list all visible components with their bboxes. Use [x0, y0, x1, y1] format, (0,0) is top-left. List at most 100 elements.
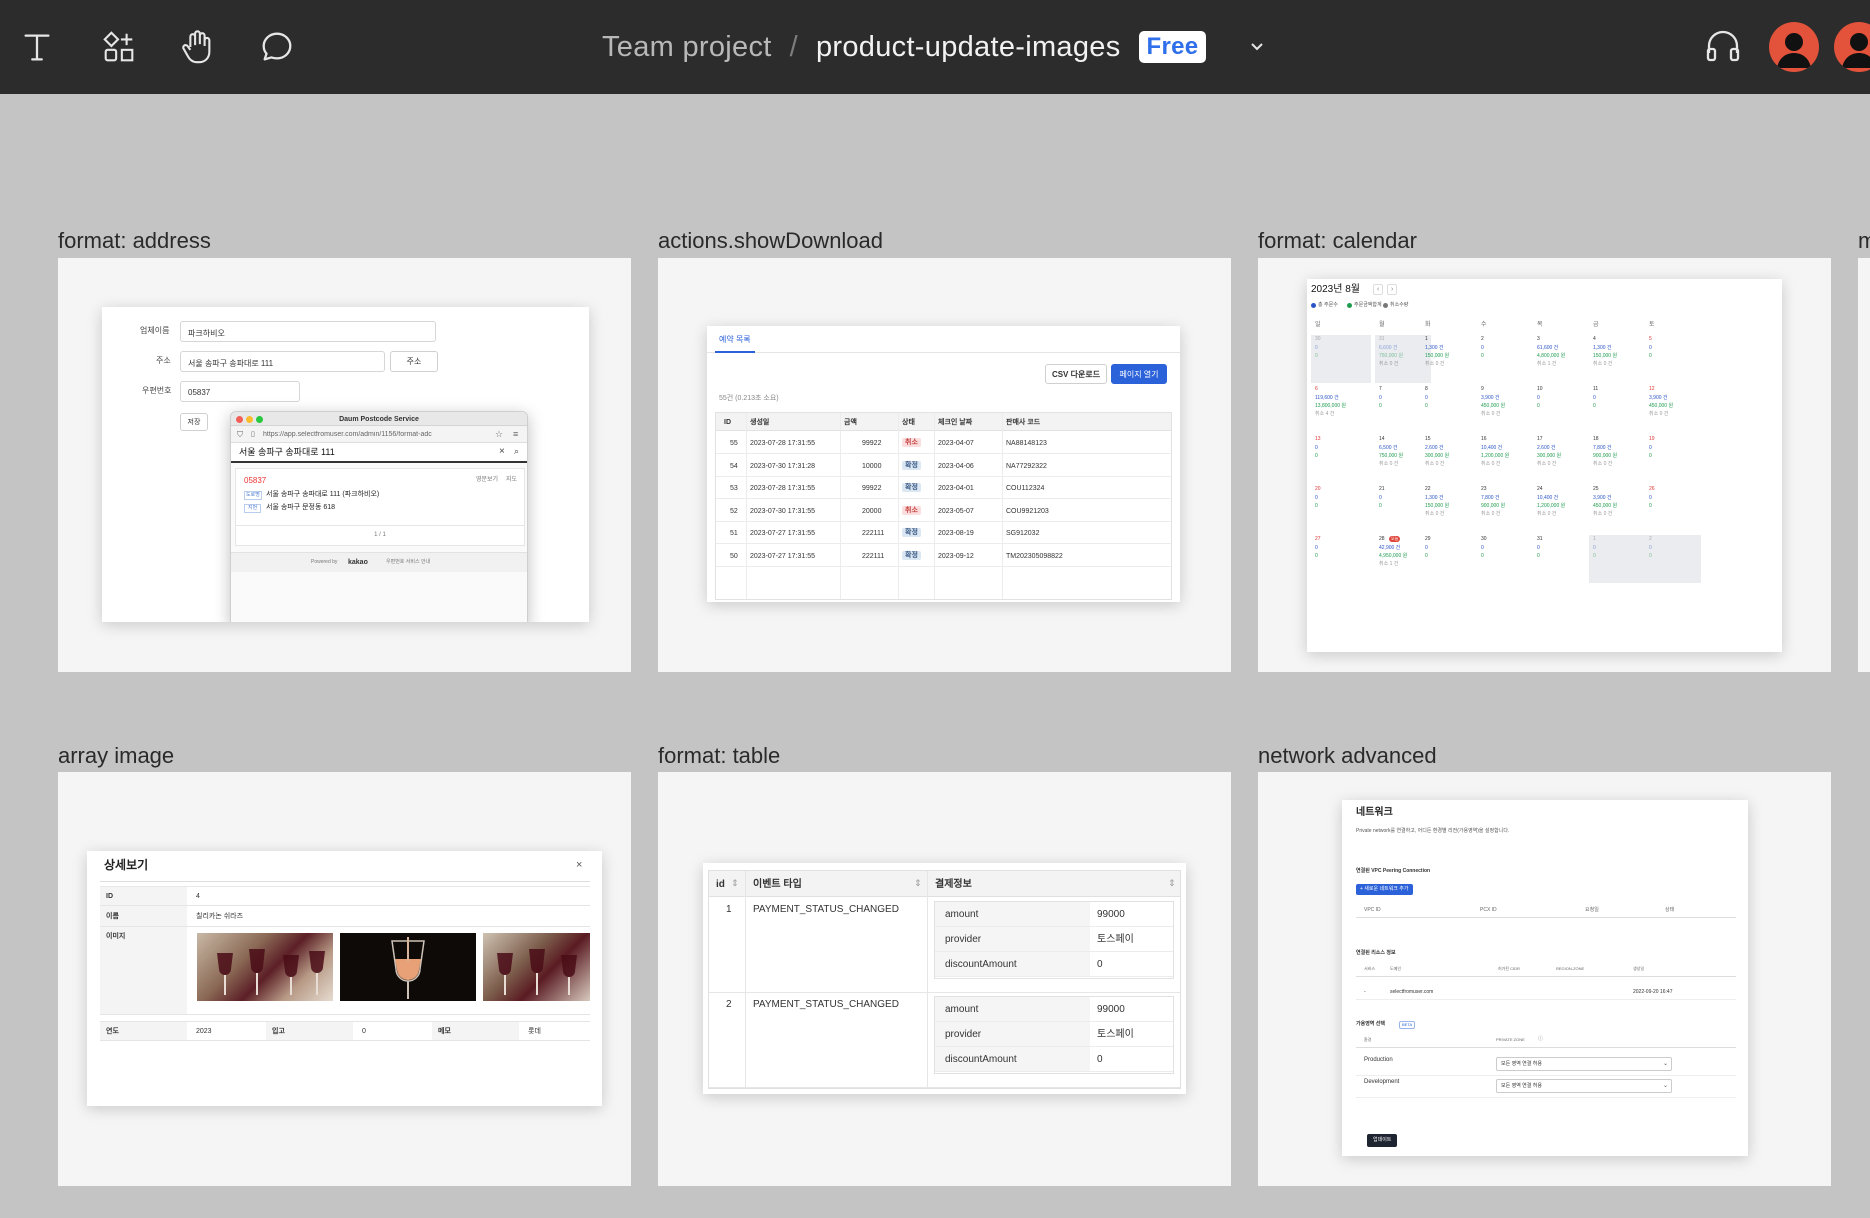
- close-icon[interactable]: ×: [576, 860, 582, 871]
- address-search-button[interactable]: 주소: [390, 351, 438, 372]
- frame-title-partial[interactable]: m: [1858, 228, 1870, 254]
- hand-tool-icon[interactable]: [172, 22, 222, 72]
- table-row[interactable]: 53 2023-07-28 17:31:55 99922 확정 2023-04-01 CO…: [716, 477, 1171, 499]
- frame-title-table[interactable]: format: table: [658, 743, 780, 769]
- search-icon[interactable]: ⌕: [514, 447, 519, 456]
- sort-icon[interactable]: ⇕: [914, 879, 922, 888]
- avatar[interactable]: [1834, 22, 1870, 72]
- table-header-cell[interactable]: 체크인 날짜: [938, 419, 972, 426]
- calendar-day[interactable]: 1 1,300 건 150,000 원 취소 0 건: [1421, 335, 1477, 383]
- table-row[interactable]: 55 2023-07-28 17:31:55 99922 취소 2023-04-07 NA…: [716, 432, 1171, 454]
- calendar-day[interactable]: 4 1,300 건 150,000 원 취소 0 건: [1589, 335, 1645, 383]
- components-tool-icon[interactable]: [94, 22, 144, 72]
- zone-select-production[interactable]: 모든 영역 연결 허용 ⌄: [1496, 1057, 1672, 1071]
- sort-icon[interactable]: ⇕: [731, 879, 739, 888]
- legend-item[interactable]: 주문금액합계: [1354, 303, 1382, 308]
- frame-address[interactable]: 업체이름 파크하비오 주소 서울 송파구 송파대로 111 주소 우편번호 05…: [58, 258, 631, 672]
- update-button[interactable]: 업데이트: [1367, 1134, 1398, 1147]
- calendar-day[interactable]: 20 0 0: [1311, 485, 1371, 533]
- frame-title-download[interactable]: actions.showDownload: [658, 228, 883, 254]
- table-header-cell[interactable]: ID: [724, 419, 731, 426]
- col-event-type[interactable]: 이벤트 타입: [753, 880, 802, 890]
- table-header-cell[interactable]: 생성일: [750, 419, 769, 426]
- calendar-day[interactable]: 8 0 0: [1421, 385, 1477, 433]
- postcode-search-box[interactable]: 서울 송파구 송파대로 111 × ⌕: [231, 443, 527, 463]
- sort-icon[interactable]: ⇕: [1168, 879, 1176, 888]
- calendar-day[interactable]: 25 3,900 건 450,000 원 취소 0 건: [1589, 485, 1645, 533]
- pagination-text[interactable]: 1 / 1: [236, 532, 524, 538]
- col-payment-info[interactable]: 결제정보: [935, 880, 972, 890]
- file-name[interactable]: product-update-images: [816, 31, 1121, 64]
- calendar-day[interactable]: 10 0 0: [1533, 385, 1589, 433]
- calendar-day[interactable]: 3 61,600 건 4,800,000 원 취소 1 건: [1533, 335, 1589, 383]
- calendar-day[interactable]: 13 0 0: [1311, 435, 1371, 483]
- table-row[interactable]: 50 2023-07-27 17:31:55 222111 확정 2023-09-12 T…: [716, 545, 1171, 567]
- star-icon[interactable]: ☆: [495, 430, 503, 439]
- legend-item[interactable]: 취소수량: [1390, 303, 1408, 308]
- info-icon[interactable]: ⓘ: [1538, 1037, 1543, 1042]
- postcode-result-item[interactable]: 05837 영문보기 지도 도로명 서울 송파구 송파대로 111 (파크하비오…: [235, 468, 525, 526]
- frame-network[interactable]: 네트워크 Private network를 연결하고, 어디든 환경별 리전(가…: [1258, 772, 1831, 1186]
- frame-download[interactable]: 예약 목록 CSV 다운로드 페이지 열기 55건 (0.213초 소요) 55…: [658, 258, 1231, 672]
- frame-table[interactable]: id ⇕ 이벤트 타입 ⇕ 결제정보 ⇕ 1 PAYMENT_STATUS_CHA…: [658, 772, 1231, 1186]
- english-view-link[interactable]: 영문보기: [476, 477, 498, 483]
- zone-select-development[interactable]: 모든 영역 연결 허용 ⌄: [1496, 1079, 1672, 1093]
- calendar-day[interactable]: 27 0 0: [1311, 535, 1371, 583]
- calendar-day[interactable]: 15 2,600 건 300,000 원 취소 0 건: [1421, 435, 1477, 483]
- breadcrumb-team[interactable]: Team project: [602, 31, 772, 64]
- jibun-address[interactable]: 서울 송파구 문정동 618: [266, 504, 335, 511]
- chevron-down-icon[interactable]: [1240, 30, 1274, 64]
- postcode-search-input[interactable]: 서울 송파구 송파대로 111: [239, 448, 335, 457]
- calendar-day[interactable]: 29 0 0: [1421, 535, 1477, 583]
- clear-icon[interactable]: ×: [499, 447, 505, 457]
- calendar-day[interactable]: 2 0 0: [1645, 535, 1701, 583]
- company-field[interactable]: 파크하비오: [180, 321, 436, 342]
- calendar-day[interactable]: 23 7,800 건 900,000 원 취소 0 건: [1477, 485, 1533, 533]
- calendar-day[interactable]: 16 10,400 건 1,200,000 원 취소 0 건: [1477, 435, 1533, 483]
- table-row[interactable]: 1 PAYMENT_STATUS_CHANGED amount 99000 provid…: [709, 898, 1180, 993]
- table-row[interactable]: 2 PAYMENT_STATUS_CHANGED amount 99000 provid…: [709, 993, 1180, 1088]
- csv-download-button[interactable]: CSV 다운로드: [1045, 364, 1107, 384]
- road-address[interactable]: 서울 송파구 송파대로 111 (파크하비오): [266, 491, 379, 498]
- frame-array-image[interactable]: 상세보기 × ID 4 이름 칠리카논 쉬라즈 이미지 연도 2023 입고 0…: [58, 772, 631, 1186]
- table-row[interactable]: 51 2023-07-27 17:31:55 222111 확정 2023-08-19 S…: [716, 522, 1171, 544]
- frame-title-address[interactable]: format: address: [58, 228, 211, 254]
- calendar-day[interactable]: 30 0 0: [1311, 335, 1371, 383]
- table-header-cell[interactable]: 금액: [844, 419, 857, 426]
- popup-url[interactable]: https://app.selectfromuser.com/admin/115…: [263, 431, 491, 438]
- calendar-day[interactable]: 26 0 0: [1645, 485, 1701, 533]
- next-month-button[interactable]: ›: [1387, 284, 1398, 295]
- open-page-button[interactable]: 페이지 열기: [1111, 364, 1167, 384]
- calendar-day[interactable]: 1 0 0: [1589, 535, 1645, 583]
- calendar-day[interactable]: 11 0 0: [1589, 385, 1645, 433]
- calendar-day[interactable]: 18 7,800 건 900,000 원 취소 0 건: [1589, 435, 1645, 483]
- col-id[interactable]: id: [716, 880, 725, 890]
- calendar-day[interactable]: 5 0 0: [1645, 335, 1701, 383]
- add-network-button[interactable]: + 새로운 네트워크 추가: [1356, 884, 1413, 895]
- table-row[interactable]: 54 2023-07-30 17:31:28 10000 확정 2023-04-06 NA…: [716, 455, 1171, 477]
- calendar-day[interactable]: 31 0 0: [1533, 535, 1589, 583]
- calendar-day[interactable]: 17 2,600 건 300,000 원 취소 0 건: [1533, 435, 1589, 483]
- calendar-day[interactable]: 2 0 0: [1477, 335, 1533, 383]
- wine-image-3[interactable]: [483, 933, 590, 1001]
- table-row[interactable]: 52 2023-07-30 17:31:55 20000 취소 2023-05-07 CO…: [716, 500, 1171, 522]
- frame-title-network[interactable]: network advanced: [1258, 743, 1437, 769]
- frame-calendar[interactable]: 2023년 8월 ‹ › 총 주문수 주문금액합계 취소수량 일 월 화 수 목 금 토 30 0 0…: [1258, 258, 1831, 672]
- menu-icon[interactable]: ≡: [513, 430, 518, 439]
- save-button[interactable]: 저장: [180, 413, 208, 431]
- calendar-day[interactable]: 24 10,400 건 1,200,000 원 취소 0 건: [1533, 485, 1589, 533]
- calendar-day[interactable]: 12 3,900 건 450,000 원 취소 0 건: [1645, 385, 1701, 433]
- plan-badge[interactable]: Free: [1138, 31, 1207, 63]
- table-header-cell[interactable]: 상태: [902, 419, 915, 426]
- zip-field[interactable]: 05837: [180, 381, 300, 402]
- headphones-icon[interactable]: [1700, 22, 1746, 68]
- table-header-cell[interactable]: 판매사 코드: [1006, 419, 1040, 426]
- address-field[interactable]: 서울 송파구 송파대로 111: [180, 351, 385, 372]
- calendar-day[interactable]: 6 119,600 건 13,800,000 원 취소 4 건: [1311, 385, 1371, 433]
- frame-title-calendar[interactable]: format: calendar: [1258, 228, 1417, 254]
- frame-partial[interactable]: [1858, 258, 1870, 672]
- prev-month-button[interactable]: ‹: [1373, 284, 1384, 295]
- comment-tool-icon[interactable]: [252, 22, 302, 72]
- calendar-day[interactable]: 30 0 0: [1477, 535, 1533, 583]
- legend-item[interactable]: 총 주문수: [1318, 303, 1338, 308]
